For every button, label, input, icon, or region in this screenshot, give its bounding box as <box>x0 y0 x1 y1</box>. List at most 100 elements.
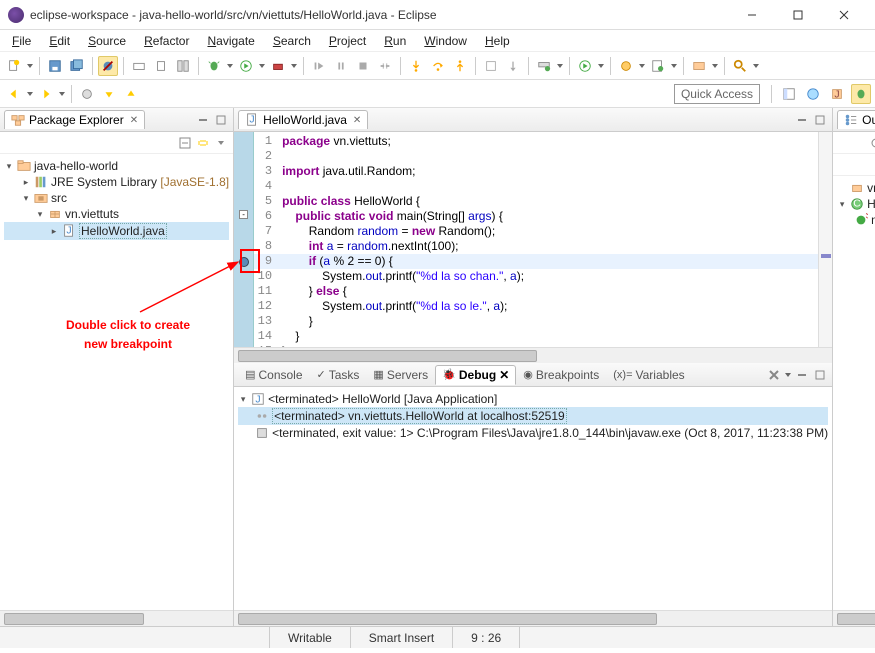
minimize-view-button[interactable] <box>195 112 211 128</box>
close-button[interactable] <box>821 0 867 30</box>
menu-search[interactable]: Search <box>265 32 319 50</box>
ext-tools-dropdown[interactable] <box>290 56 298 76</box>
new-button[interactable] <box>4 56 24 76</box>
focus-button[interactable] <box>868 135 875 151</box>
new-class-button[interactable] <box>648 56 668 76</box>
drop-frame-button[interactable] <box>481 56 501 76</box>
close-icon[interactable]: ✕ <box>353 115 361 126</box>
quick-access[interactable]: Quick Access <box>674 84 760 104</box>
perspective-open-button[interactable] <box>779 84 799 104</box>
next-annotation-button[interactable] <box>99 84 119 104</box>
resume-button[interactable] <box>309 56 329 76</box>
step-into-button[interactable] <box>406 56 426 76</box>
suspend-button[interactable] <box>331 56 351 76</box>
bottom-tab-console[interactable]: ▤Console <box>238 365 309 385</box>
profile-button[interactable] <box>616 56 636 76</box>
tb-btn-1[interactable] <box>129 56 149 76</box>
menu-run[interactable]: Run <box>376 32 414 50</box>
menu-project[interactable]: Project <box>321 32 374 50</box>
debug-launch-node[interactable]: J <terminated> HelloWorld [Java Applicat… <box>238 391 828 407</box>
debug-process-node[interactable]: <terminated> vn.viettuts.HelloWorld at l… <box>238 407 828 425</box>
editor-body[interactable]: - 1package vn.viettuts;23import java.uti… <box>234 132 832 347</box>
package-explorer-tab[interactable]: Package Explorer ✕ <box>4 110 145 129</box>
editor-scrollbar-h[interactable] <box>234 347 832 363</box>
package-node[interactable]: vn.viettuts <box>4 206 229 222</box>
debug-perspective-button[interactable] <box>851 84 871 104</box>
menu-window[interactable]: Window <box>416 32 475 50</box>
back-dropdown[interactable] <box>26 84 34 104</box>
save-all-button[interactable] <box>67 56 87 76</box>
ext-tools-button[interactable] <box>268 56 288 76</box>
menu-source[interactable]: Source <box>80 32 134 50</box>
bottom-tab-variables[interactable]: (x)=Variables <box>606 365 691 385</box>
view-menu-button[interactable] <box>213 135 229 151</box>
bottom-menu-dropdown[interactable] <box>784 365 792 385</box>
bottom-tab-breakpoints[interactable]: ◉Breakpoints <box>516 365 606 385</box>
step-filters-button[interactable] <box>503 56 523 76</box>
search-dropdown[interactable] <box>752 56 760 76</box>
minimize-editor-button[interactable] <box>794 112 810 128</box>
src-node[interactable]: src <box>4 190 229 206</box>
debug-view-body[interactable]: J <terminated> HelloWorld [Java Applicat… <box>234 387 832 610</box>
java-ee-perspective-button[interactable] <box>803 84 823 104</box>
coverage-button[interactable] <box>575 56 595 76</box>
outline-method-node[interactable]: S main(String[]) <box>837 212 875 228</box>
prev-annotation-button[interactable] <box>121 84 141 104</box>
menu-help[interactable]: Help <box>477 32 518 50</box>
project-node[interactable]: java-hello-world <box>4 158 229 174</box>
maximize-view-button[interactable] <box>213 112 229 128</box>
jre-node[interactable]: JRE System Library [JavaSE-1.8] <box>4 174 229 190</box>
tb-btn-2[interactable] <box>151 56 171 76</box>
bottom-tab-servers[interactable]: ▦Servers <box>366 365 435 385</box>
breakpoint-gutter[interactable]: - <box>234 132 254 347</box>
new-class-dropdown[interactable] <box>670 56 678 76</box>
outline-tab[interactable]: Outline ✕ <box>837 110 875 129</box>
profile-dropdown[interactable] <box>638 56 646 76</box>
disconnect-button[interactable] <box>375 56 395 76</box>
maximize-editor-button[interactable] <box>812 112 828 128</box>
minimize-button[interactable] <box>729 0 775 30</box>
new-package-button[interactable] <box>689 56 709 76</box>
open-type-button[interactable] <box>77 84 97 104</box>
outline-scrollbar-h[interactable] <box>833 610 875 626</box>
maximize-button[interactable] <box>775 0 821 30</box>
java-file-node[interactable]: J HelloWorld.java <box>4 222 229 240</box>
bottom-tab-debug[interactable]: 🐞Debug✕ <box>435 365 516 385</box>
menu-refactor[interactable]: Refactor <box>136 32 197 50</box>
tb-btn-3[interactable] <box>173 56 193 76</box>
back-button[interactable] <box>4 84 24 104</box>
java-perspective-button[interactable]: J <box>827 84 847 104</box>
debug-button[interactable] <box>204 56 224 76</box>
step-return-button[interactable] <box>450 56 470 76</box>
scrollbar-horizontal[interactable] <box>0 610 233 626</box>
menu-navigate[interactable]: Navigate <box>199 32 262 50</box>
new-server-dropdown[interactable] <box>556 56 564 76</box>
debug-vm-node[interactable]: <terminated, exit value: 1> C:\Program F… <box>238 425 828 441</box>
step-over-button[interactable] <box>428 56 448 76</box>
outline-tree[interactable]: vn.viettuts C HelloWorld S main(String[]… <box>833 176 875 610</box>
save-button[interactable] <box>45 56 65 76</box>
run-button[interactable] <box>236 56 256 76</box>
new-dropdown[interactable] <box>26 56 34 76</box>
package-explorer-tree[interactable]: java-hello-world JRE System Library [Jav… <box>0 154 233 610</box>
terminate-button[interactable] <box>353 56 373 76</box>
bottom-tab-tasks[interactable]: ✓Tasks <box>310 365 367 385</box>
link-editor-button[interactable] <box>195 135 211 151</box>
menu-edit[interactable]: Edit <box>41 32 78 50</box>
outline-class-node[interactable]: C HelloWorld <box>837 196 875 212</box>
maximize-bottom-button[interactable] <box>812 367 828 383</box>
menu-file[interactable]: File <box>4 32 39 50</box>
close-icon[interactable]: ✕ <box>130 115 138 126</box>
overview-ruler[interactable] <box>818 132 832 347</box>
remove-terminated-button[interactable] <box>766 367 782 383</box>
bottom-scrollbar-h[interactable] <box>234 610 832 626</box>
editor-tab[interactable]: J HelloWorld.java ✕ <box>238 110 368 129</box>
collapse-all-button[interactable] <box>177 135 193 151</box>
minimize-bottom-button[interactable] <box>794 367 810 383</box>
debug-dropdown[interactable] <box>226 56 234 76</box>
new-server-button[interactable] <box>534 56 554 76</box>
skip-breakpoints-button[interactable] <box>98 56 118 76</box>
outline-package-node[interactable]: vn.viettuts <box>837 180 875 196</box>
coverage-dropdown[interactable] <box>597 56 605 76</box>
forward-dropdown[interactable] <box>58 84 66 104</box>
